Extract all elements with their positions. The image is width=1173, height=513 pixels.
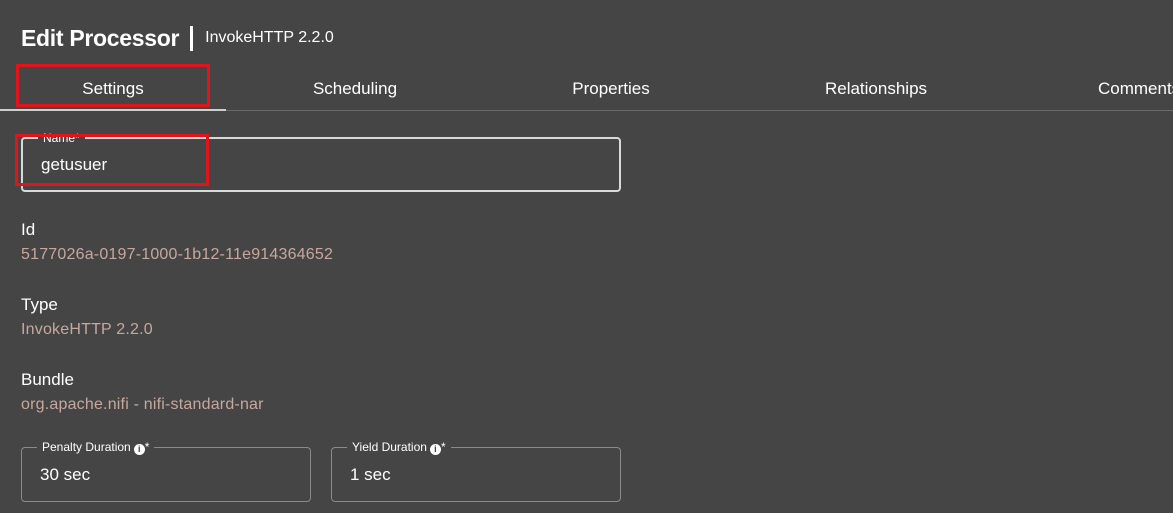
id-value: 5177026a-0197-1000-1b12-11e914364652: [21, 246, 334, 263]
type-value: InvokeHTTP 2.2.0: [21, 321, 153, 338]
info-icon[interactable]: i: [429, 444, 441, 455]
bundle-label: Bundle: [21, 370, 74, 389]
penalty-duration-field[interactable]: Penalty Duration i * 30 sec: [21, 440, 311, 502]
tab-settings[interactable]: Settings: [0, 68, 226, 111]
penalty-duration-input[interactable]: 30 sec: [40, 448, 90, 501]
dialog-title: Edit Processor: [21, 24, 180, 51]
yield-duration-field[interactable]: Yield Duration i * 1 sec: [331, 440, 621, 502]
tab-relationships[interactable]: Relationships: [765, 68, 987, 110]
tab-label: Scheduling: [312, 79, 398, 98]
id-label: Id: [21, 220, 36, 239]
tab-scheduling[interactable]: Scheduling: [245, 68, 465, 110]
required-marker: *: [144, 440, 150, 454]
tab-label: Relationships: [824, 79, 928, 98]
tab-comments[interactable]: Comments: [1098, 68, 1173, 110]
tab-properties[interactable]: Properties: [500, 68, 722, 110]
name-input[interactable]: getusuer: [41, 139, 107, 190]
bundle-value: org.apache.nifi - nifi-standard-nar: [21, 396, 264, 413]
tab-label: Settings: [82, 79, 144, 98]
edit-processor-dialog: Edit Processor InvokeHTTP 2.2.0 Settings…: [0, 0, 1173, 513]
tab-label: Properties: [572, 79, 650, 98]
tab-label: Comments: [1098, 79, 1173, 98]
dialog-subtitle: InvokeHTTP 2.2.0: [205, 29, 334, 46]
yield-duration-input[interactable]: 1 sec: [350, 448, 391, 501]
dialog-header: Edit Processor InvokeHTTP 2.2.0: [21, 22, 334, 54]
title-separator: [190, 25, 194, 51]
required-marker: *: [440, 440, 446, 454]
type-label: Type: [21, 295, 58, 314]
info-icon[interactable]: i: [133, 444, 145, 455]
name-field[interactable]: Name* getusuer: [21, 131, 621, 192]
